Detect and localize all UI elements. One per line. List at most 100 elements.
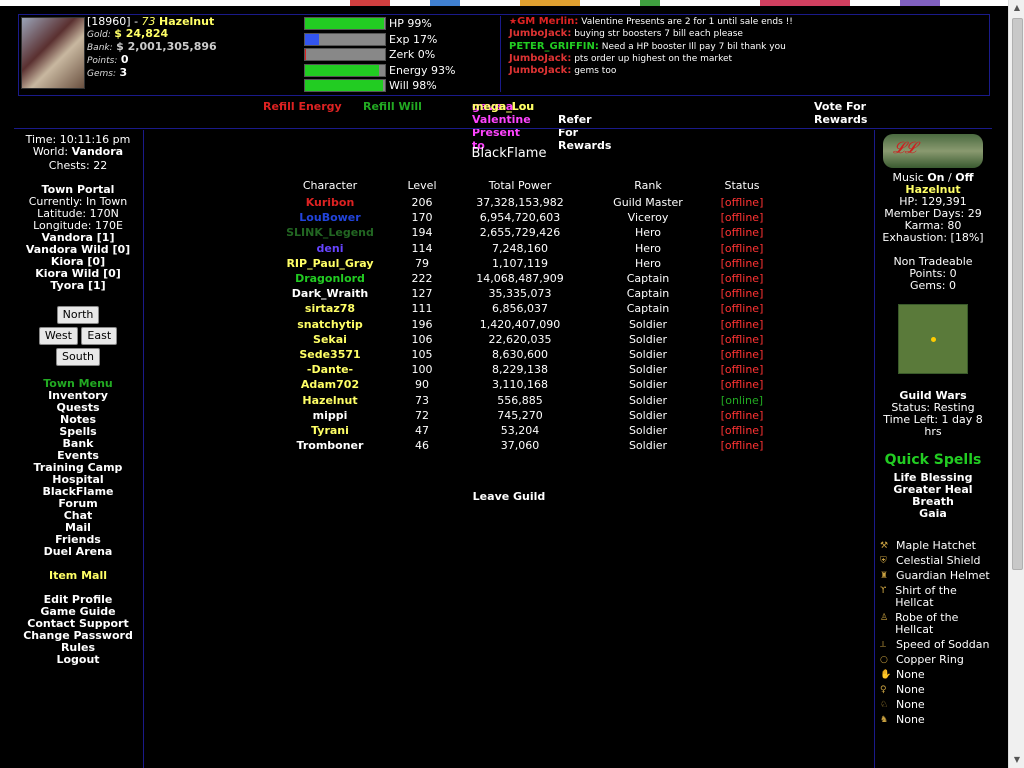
equipment-item[interactable]: ♘ None <box>880 699 992 711</box>
will-label: Will 98% <box>389 79 437 93</box>
chat-user[interactable]: JumboJack <box>509 53 567 64</box>
member-level: 79 <box>415 256 429 270</box>
equipment-item[interactable]: ⟂ Speed of Soddan <box>880 639 992 651</box>
guild-wars-time-left: Time Left: 1 day 8 hrs <box>883 413 983 438</box>
header-total-power: Total Power <box>488 178 552 192</box>
gloves-slot-icon: ✋ <box>880 670 892 680</box>
member-status: [offline] <box>720 423 764 437</box>
chat-user[interactable]: PETER_GRIFFIN <box>509 41 595 52</box>
member-name[interactable]: Dark_Wraith <box>278 286 382 301</box>
east-button[interactable]: East <box>81 327 118 345</box>
chat-user[interactable]: JumboJack <box>509 28 567 39</box>
table-row: Sekai 106 22,620,035 Soldier [offline] <box>278 332 766 347</box>
energy-label: Energy 93% <box>389 63 456 77</box>
south-button[interactable]: South <box>56 348 100 366</box>
table-row: snatchytip 196 1,420,407,090 Soldier [offlin… <box>278 317 766 332</box>
pet-slot-icon: ♘ <box>880 700 889 710</box>
member-rank: Captain <box>626 287 670 301</box>
world-value: Vandora <box>71 145 124 158</box>
member-name[interactable]: RIP_Paul_Gray <box>278 256 382 271</box>
table-row: -Dante- 100 8,229,138 Soldier [offline] <box>278 362 766 377</box>
scrollbar-thumb[interactable] <box>1012 18 1023 570</box>
chat-user[interactable]: JumboJack <box>509 65 567 76</box>
member-rank: Hero <box>634 226 662 240</box>
member-name[interactable]: SLINK_Legend <box>278 225 382 240</box>
member-status: [offline] <box>720 439 764 453</box>
equipment-item[interactable]: ♜ Guardian Helmet <box>880 570 992 582</box>
member-name[interactable]: Kuribon <box>278 195 382 210</box>
member-name[interactable]: deni <box>278 241 382 256</box>
equipment-item[interactable]: ♙ Robe of the Hellcat <box>880 612 992 636</box>
member-name[interactable]: Hazelnut <box>278 392 382 407</box>
item-mall-link[interactable]: Item Mall <box>49 569 107 582</box>
refill-energy-link[interactable]: Refill Energy <box>263 100 342 113</box>
equipment-item[interactable]: ϒ Shirt of the Hellcat <box>880 585 992 609</box>
equipment-item[interactable]: ♞ None <box>880 714 992 726</box>
member-level: 127 <box>411 287 433 301</box>
member-power: 53,204 <box>500 423 540 437</box>
member-name[interactable]: Sekai <box>278 332 382 347</box>
shirt-icon: ϒ <box>880 586 887 596</box>
member-name[interactable]: Adam702 <box>278 377 382 392</box>
hp-label: HP 99% <box>389 17 432 31</box>
equipment-item[interactable]: ✋ None <box>880 669 992 681</box>
shield-icon: ⛨ <box>880 556 887 566</box>
member-name[interactable]: sirtaz78 <box>278 301 382 316</box>
member-name[interactable]: LouBower <box>278 210 382 225</box>
member-status: [offline] <box>720 317 764 331</box>
world-label: World: <box>32 145 69 158</box>
chat-line: JumboJack: pts order up highest on the m… <box>509 52 733 64</box>
hatchet-icon: ⚒ <box>880 541 889 551</box>
avatar[interactable] <box>21 17 85 89</box>
refill-will-link[interactable]: Refill Will <box>363 100 422 113</box>
spell-gaia[interactable]: Gaia <box>874 508 992 520</box>
chat-message: Valentine Presents are 2 for 1 until sal… <box>581 17 793 27</box>
member-power: 8,229,138 <box>492 363 548 377</box>
chat-message: gems too <box>574 66 617 77</box>
member-power: 37,060 <box>500 439 540 453</box>
minimap[interactable] <box>898 304 968 374</box>
scroll-down-arrow-icon[interactable]: ▼ <box>1011 754 1023 766</box>
north-button[interactable]: North <box>56 306 100 324</box>
member-name[interactable]: Sede3571 <box>278 347 382 362</box>
leave-guild-link[interactable]: Leave Guild <box>144 490 874 503</box>
gold-value: $ 24,824 <box>114 27 169 40</box>
bank-value: $ 2,001,305,896 <box>116 40 217 53</box>
member-status: [offline] <box>720 363 764 377</box>
menu-duel-arena[interactable]: Duel Arena <box>44 545 113 558</box>
logout-link[interactable]: Logout <box>56 653 99 666</box>
member-status: [offline] <box>720 378 764 392</box>
member-rank: Soldier <box>628 317 668 331</box>
table-row: Adam702 90 3,110,168 Soldier [offline] <box>278 377 766 392</box>
member-name[interactable]: Tyrani <box>278 423 382 438</box>
event-user[interactable]: mega_Lou <box>472 100 534 113</box>
ring-icon: ○ <box>880 655 888 665</box>
member-name[interactable]: snatchytip <box>278 317 382 332</box>
equipment-item[interactable]: ⚒ Maple Hatchet <box>880 540 992 552</box>
chat-line: ★GM Merlin: Valentine Presents are 2 for… <box>509 16 793 27</box>
page-scrollbar[interactable]: ▲ ▼ <box>1008 0 1024 768</box>
chat-user[interactable]: GM Merlin <box>517 16 574 27</box>
left-sidebar: Time: 10:11:16 pm World: Vandora Chests:… <box>14 130 142 666</box>
robe-icon: ♙ <box>880 613 889 623</box>
header-status: Status <box>724 178 760 192</box>
table-row: LouBower 170 6,954,720,603 Viceroy [offline] <box>278 210 766 225</box>
chat-message: Need a HP booster Ill pay 7 bil thank yo… <box>601 41 786 52</box>
member-name[interactable]: Dragonlord <box>278 271 382 286</box>
equipment-list: ⚒ Maple Hatchet ⛨ Celestial Shield ♜ Guardi… <box>874 540 992 726</box>
member-name[interactable]: mippi <box>278 408 382 423</box>
member-power: 35,335,073 <box>488 287 552 301</box>
location-link[interactable]: Tyora [1] <box>50 279 105 292</box>
equipment-item[interactable]: ⛨ Celestial Shield <box>880 555 992 567</box>
scroll-up-arrow-icon[interactable]: ▲ <box>1011 2 1023 14</box>
equipment-item[interactable]: ♀ None <box>880 684 992 696</box>
west-button[interactable]: West <box>38 327 78 345</box>
member-name[interactable]: -Dante- <box>278 362 382 377</box>
chat-line: JumboJack: gems too <box>509 65 617 77</box>
member-name[interactable]: Tromboner <box>278 438 382 453</box>
right-sidebar: 𝓛𝓛 Music On / Off Hazelnut HP: 129,391 M… <box>874 130 992 729</box>
table-row: Kuribon 206 37,328,153,982 Guild Master [off… <box>278 195 766 210</box>
equipment-item[interactable]: ○ Copper Ring <box>880 654 992 666</box>
main-content: BlackFlame Character Level Total Power R… <box>143 130 875 768</box>
member-power: 556,885 <box>497 393 543 407</box>
